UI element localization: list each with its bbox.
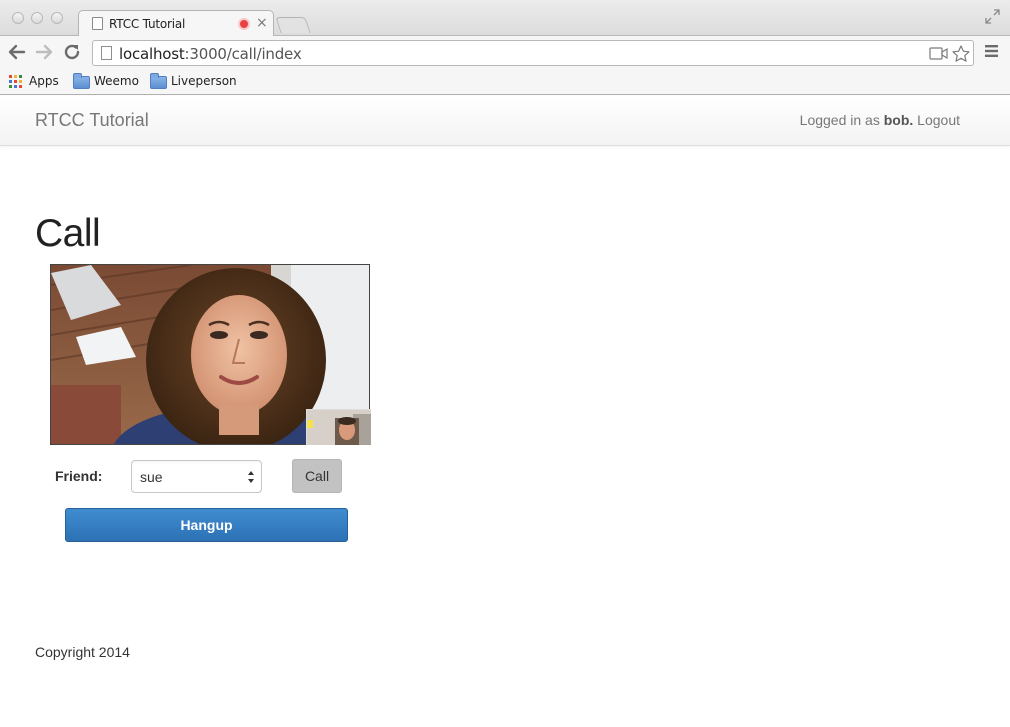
- local-video-frame: [307, 410, 371, 445]
- folder-icon: [73, 73, 90, 89]
- bookmark-weemo[interactable]: Weemo: [73, 73, 139, 91]
- forward-icon[interactable]: [34, 42, 54, 62]
- footer-copyright: Copyright 2014: [35, 644, 130, 660]
- page-icon: [101, 46, 112, 60]
- logged-in-prefix: Logged in as: [799, 112, 880, 128]
- bookmark-label: Liveperson: [171, 74, 237, 88]
- bookmark-label: Weemo: [94, 74, 139, 88]
- menu-icon[interactable]: [984, 44, 999, 58]
- page-title: Call: [35, 212, 101, 255]
- url-host: localhost: [119, 45, 185, 63]
- hangup-button[interactable]: Hangup: [65, 508, 348, 542]
- folder-icon: [150, 73, 167, 89]
- browser-toolbar: localhost:3000/call/index: [0, 36, 1010, 68]
- url-text[interactable]: localhost:3000/call/index: [119, 45, 302, 63]
- bookmark-apps[interactable]: Apps: [9, 73, 59, 91]
- username: bob.: [883, 112, 914, 128]
- tab-title: RTCC Tutorial: [109, 17, 186, 31]
- zoom-window-button[interactable]: [51, 12, 63, 24]
- bookmark-star-icon[interactable]: [951, 44, 971, 64]
- camera-icon[interactable]: [929, 47, 949, 60]
- browser-titlebar: RTCC Tutorial ×: [0, 0, 1010, 37]
- login-status: Logged in as bob. Logout: [800, 112, 960, 128]
- brand-link[interactable]: RTCC Tutorial: [35, 110, 149, 131]
- friend-select[interactable]: sue: [131, 460, 262, 493]
- browser-tab[interactable]: RTCC Tutorial ×: [78, 10, 274, 37]
- close-window-button[interactable]: [12, 12, 24, 24]
- apps-grid-icon: [9, 75, 22, 88]
- local-video: [306, 409, 371, 445]
- recording-icon: [238, 18, 250, 30]
- new-tab-button[interactable]: [275, 17, 311, 33]
- address-bar[interactable]: localhost:3000/call/index: [92, 40, 974, 66]
- site-navbar: RTCC Tutorial Logged in as bob. Logout: [0, 96, 1010, 146]
- friend-label: Friend:: [55, 468, 103, 484]
- close-tab-icon[interactable]: ×: [256, 15, 268, 31]
- bookmark-label: Apps: [29, 74, 59, 88]
- url-path: :3000/call/index: [184, 45, 302, 63]
- bookmarks-bar: Apps Weemo Liveperson: [0, 68, 1010, 95]
- friend-select-value: sue: [140, 469, 163, 485]
- fullscreen-icon[interactable]: [985, 9, 1000, 24]
- bookmark-liveperson[interactable]: Liveperson: [150, 73, 237, 91]
- logout-link[interactable]: Logout: [917, 112, 960, 128]
- back-icon[interactable]: [7, 42, 27, 62]
- page-icon: [92, 17, 103, 30]
- select-arrows-icon: [248, 471, 254, 483]
- minimize-window-button[interactable]: [31, 12, 43, 24]
- call-button[interactable]: Call: [292, 459, 342, 493]
- reload-icon[interactable]: [62, 42, 82, 62]
